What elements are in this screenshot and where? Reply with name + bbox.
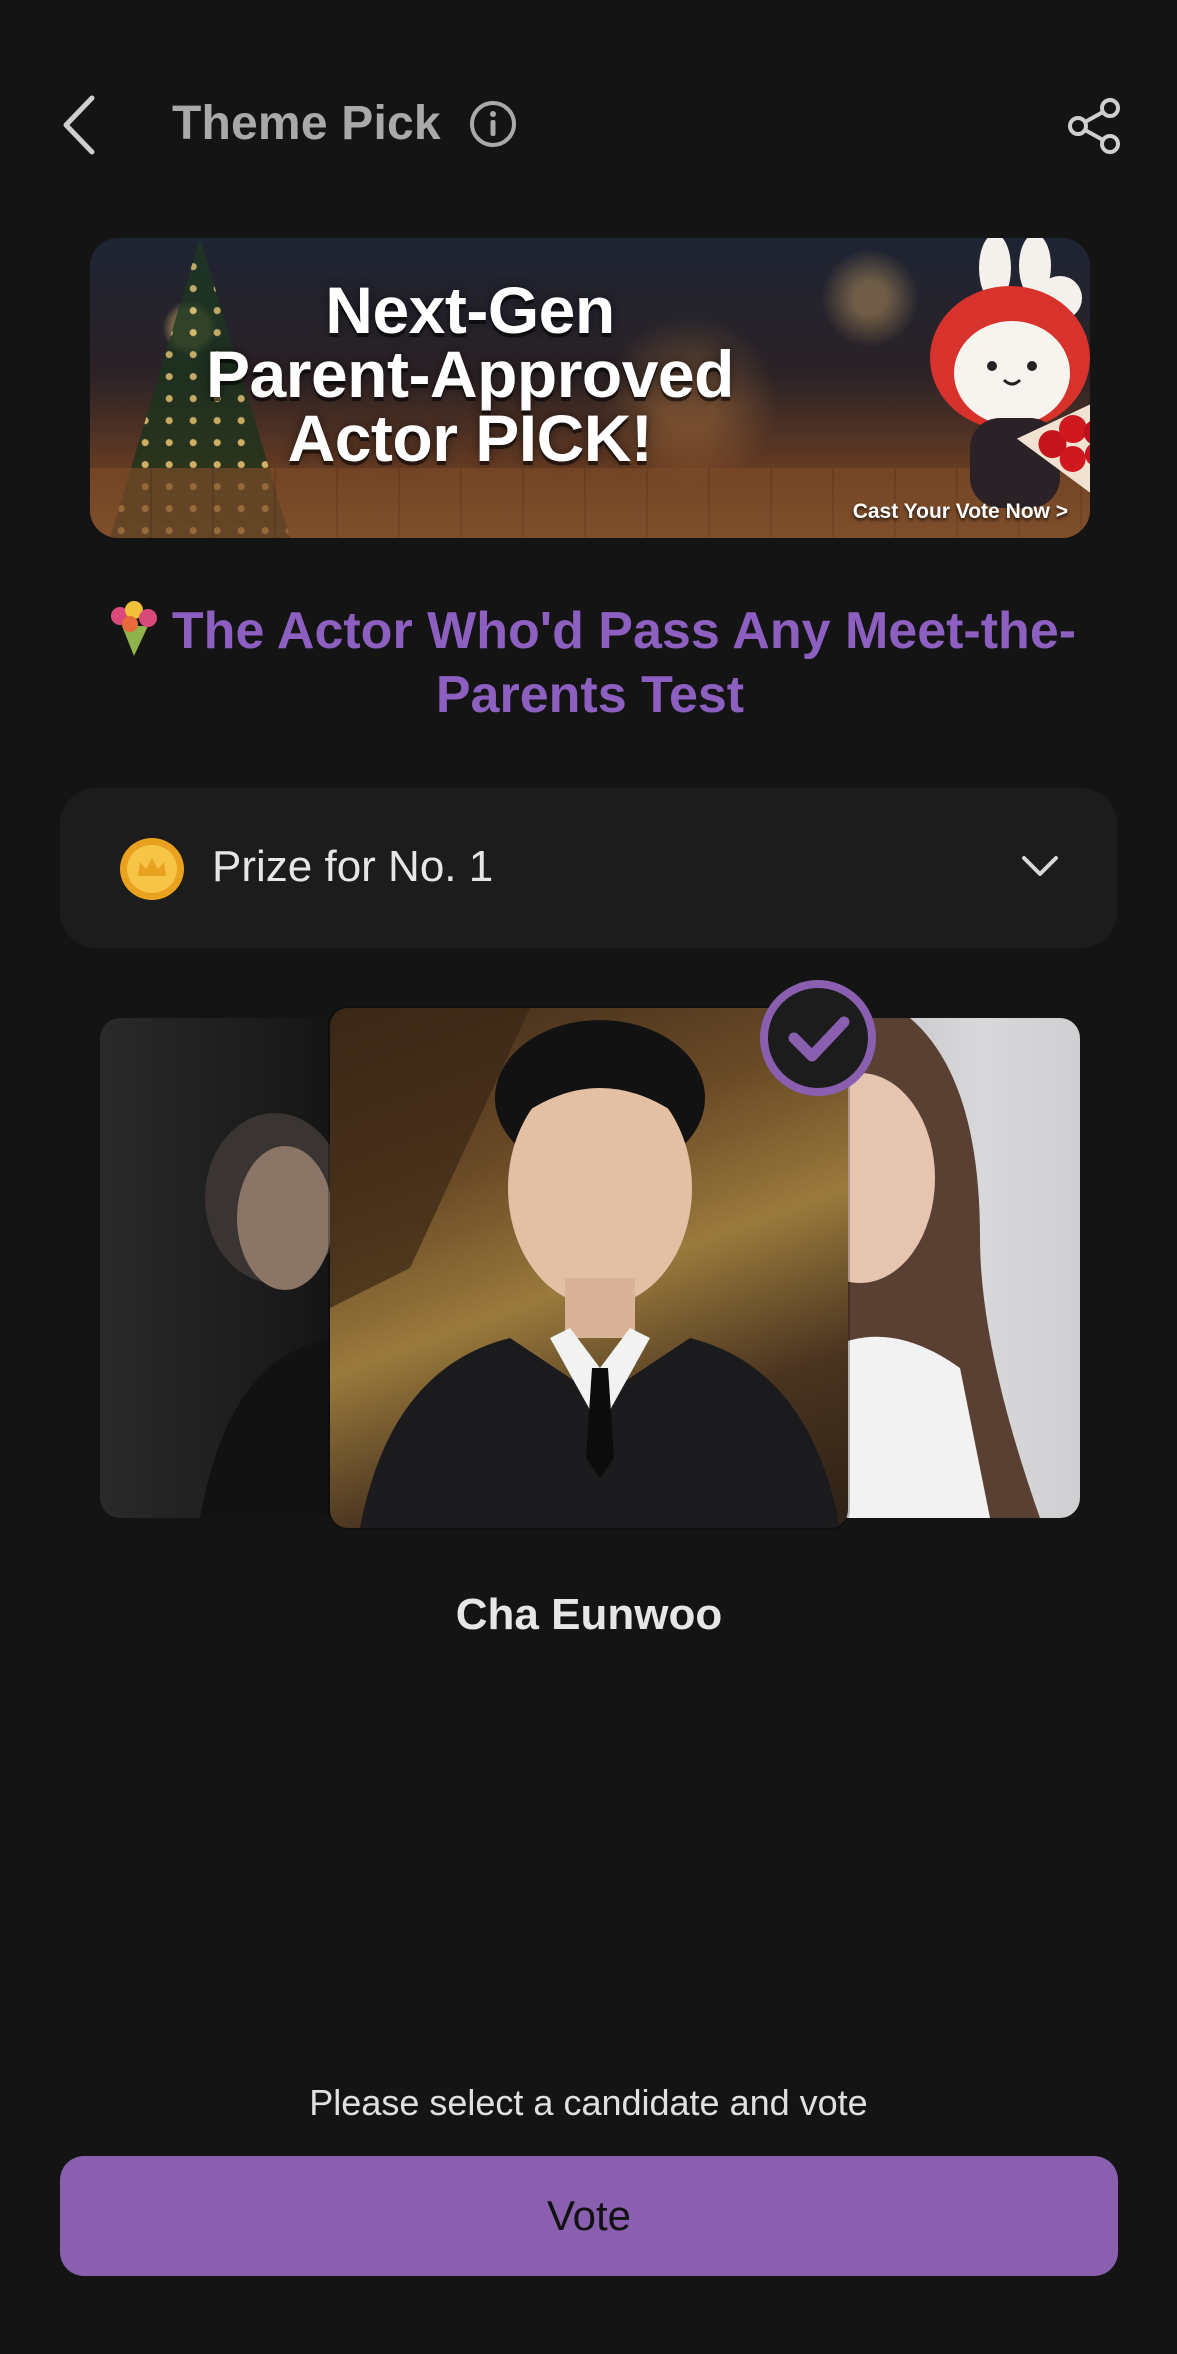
banner-headline: Next-Gen Parent-Approved Actor PICK! [120, 273, 820, 475]
info-icon[interactable] [468, 99, 518, 149]
promo-banner[interactable]: Next-Gen Parent-Approved Actor PICK! Cas… [90, 238, 1090, 538]
banner-headline-line2: Parent-Approved [206, 337, 734, 411]
banner-headline-line3: Actor PICK! [287, 401, 653, 475]
vote-helper-text: Please select a candidate and vote [309, 2082, 868, 2123]
theme-title-text: The Actor Who'd Pass Any Meet-the-Parent… [171, 602, 1077, 724]
banner-headline-line1: Next-Gen [325, 273, 615, 347]
banner-cta-link[interactable]: Cast Your Vote Now > [853, 500, 1068, 524]
theme-title: The Actor Who'd Pass Any Meet-the-Parent… [70, 596, 1110, 727]
bunny-mascot-icon [930, 238, 1090, 513]
back-button[interactable] [54, 90, 114, 160]
theme-pick-screen: Theme Pick Next-Gen Parent-Approved Acto… [0, 0, 1177, 2354]
candidate-photo-previous [200, 1113, 340, 1518]
coin-icon [120, 838, 184, 900]
candidate-card-previous[interactable] [100, 1018, 340, 1518]
prize-label: Prize for No. 1 [212, 842, 494, 891]
candidate-name: Cha Eunwoo [455, 1590, 723, 1639]
chevron-left-icon [63, 95, 95, 155]
selected-check-icon[interactable] [758, 978, 878, 1098]
chevron-down-icon[interactable] [1018, 850, 1062, 884]
page-title: Theme Pick [172, 97, 441, 150]
share-button[interactable] [1064, 96, 1124, 156]
prize-panel[interactable]: Prize for No. 1 [60, 788, 1117, 948]
bouquet-icon [110, 601, 157, 656]
share-icon [1068, 98, 1120, 154]
vote-button[interactable]: Vote [60, 2156, 1118, 2276]
